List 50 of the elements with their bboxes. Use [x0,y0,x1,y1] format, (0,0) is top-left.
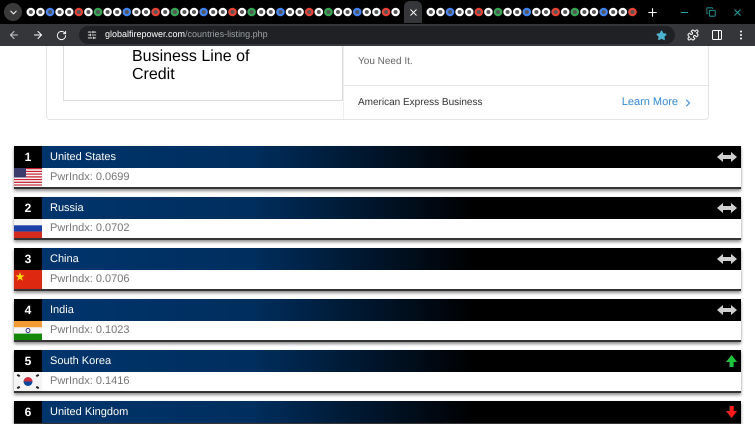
reload-icon[interactable] [56,30,67,40]
country-name: India [50,302,74,318]
flag-icon [14,270,42,289]
tab-favicons-drawing[interactable] [26,7,400,17]
ranking-card[interactable]: 5 South Korea PwrIndx: 0.1416 [14,350,741,393]
power-index: PwrIndx: 0.0699 [50,170,130,186]
side-panel-icon[interactable] [711,29,723,41]
ad-headline: Business Line of [132,48,250,66]
bookmark-star-icon[interactable] [656,30,667,40]
power-index: PwrIndx: 0.1416 [50,374,130,390]
rank-number: 2 [14,197,42,219]
rank-number: 5 [14,350,42,372]
rank-number: 3 [14,248,42,270]
country-name: United States [50,150,116,165]
ranking-card[interactable]: 4 India PwrIndx: 0.1023 [14,299,741,342]
forward-icon[interactable] [32,29,44,41]
power-index: PwrIndx: 0.0706 [50,272,130,288]
restore-icon[interactable] [706,7,716,17]
flag-icon [14,219,42,238]
close-icon[interactable] [732,6,743,18]
active-tab[interactable] [404,1,422,23]
extensions-icon[interactable] [687,29,699,41]
tab-favicons-drawing[interactable] [426,7,638,17]
power-index: PwrIndx: 0.0702 [50,221,130,236]
country-name: South Korea [50,354,112,369]
flag-icon [14,168,42,187]
rank-number: 4 [14,299,42,321]
tab-search-button[interactable] [4,3,22,21]
ranking-card[interactable]: 1 United States PwrIndx: 0.0699 [14,146,741,189]
country-name: Russia [50,200,84,216]
power-index: PwrIndx: 0.1023 [50,323,130,338]
ad-tagline: You Need It. [358,56,413,67]
learn-more-link[interactable]: Learn More [622,94,694,111]
new-tab-icon[interactable] [646,6,659,18]
advertiser-name: American Express Business [358,96,482,110]
country-name: United Kingdom [50,404,128,420]
flag-icon [14,321,42,340]
rank-number: 1 [14,146,42,168]
back-icon[interactable] [8,29,20,41]
address-bar[interactable]: globalfirepower.com/countries-listing.php [79,26,675,44]
ranking-card[interactable]: 3 China PwrIndx: 0.0706 [14,248,741,291]
ranking-card[interactable]: 6 United Kingdom [14,401,741,424]
url-text: globalfirepower.com/countries-listing.php [105,28,268,42]
ranking-card[interactable]: 2 Russia PwrIndx: 0.0702 [14,197,741,240]
flag-icon [14,372,42,391]
country-name: China [50,252,79,267]
ad-headline: Credit [132,66,176,84]
rank-number: 6 [14,401,42,423]
close-icon[interactable] [408,6,419,18]
site-settings-icon[interactable] [87,30,97,40]
